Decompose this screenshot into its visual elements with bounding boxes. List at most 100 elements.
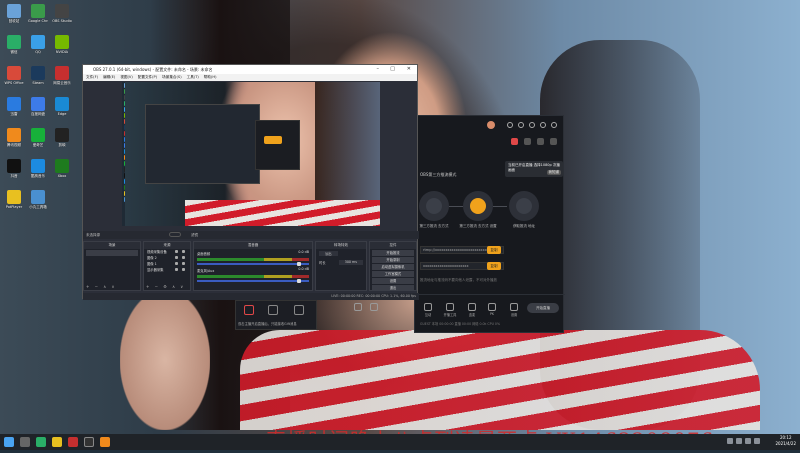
obs-menu-item[interactable]: 工具(T) bbox=[187, 74, 199, 81]
app-icon bbox=[7, 4, 21, 18]
controls-header: 控件 bbox=[370, 242, 416, 249]
app-icon bbox=[7, 159, 21, 173]
desktop-icon[interactable]: 小丸工具箱 bbox=[28, 190, 48, 210]
desktop-icon-label: 爱奇艺 bbox=[32, 143, 44, 147]
properties-button[interactable] bbox=[169, 232, 181, 237]
source-item[interactable]: 显示器采集 bbox=[144, 267, 190, 273]
start-streaming-button[interactable]: 开始推流 bbox=[372, 250, 414, 256]
chat-icon[interactable] bbox=[537, 138, 544, 145]
desktop-icon[interactable]: Xbox bbox=[52, 159, 72, 179]
start-recording-button[interactable]: 开始录制 bbox=[372, 257, 414, 263]
close-icon[interactable]: ✕ bbox=[407, 65, 411, 74]
go-live-button[interactable]: 开始直播 bbox=[527, 303, 559, 313]
desktop-icon[interactable]: OBS Studio bbox=[52, 4, 72, 24]
avatar[interactable] bbox=[487, 121, 495, 129]
desktop-icon[interactable]: WPS Office bbox=[4, 66, 24, 86]
bottom-item-5[interactable]: 设置 bbox=[507, 303, 521, 317]
upload-icon[interactable] bbox=[268, 305, 278, 315]
desktop-icon[interactable]: NVIDIA bbox=[52, 35, 72, 55]
minimize-icon[interactable] bbox=[529, 122, 535, 128]
sources-controls[interactable]: + − ⚙ ∧ ∨ bbox=[146, 284, 185, 289]
taskbar-clock[interactable]: 20:12 2021/4/22 bbox=[775, 435, 796, 447]
folder-icon[interactable] bbox=[52, 437, 62, 447]
obs-menu-item[interactable]: 视图(V) bbox=[120, 74, 132, 81]
settings-icon[interactable] bbox=[507, 122, 513, 128]
settings-icon bbox=[510, 303, 518, 311]
desktop-icon[interactable]: 抖音 bbox=[4, 159, 24, 179]
bottom-item-1[interactable]: 互动 bbox=[421, 303, 435, 317]
scene-item[interactable] bbox=[86, 250, 138, 256]
desktop-icon[interactable]: 腾讯视频 bbox=[4, 128, 24, 148]
search-icon[interactable] bbox=[20, 437, 30, 447]
gift-icon[interactable] bbox=[511, 138, 518, 145]
pk-icon bbox=[488, 303, 496, 311]
desktop-icon-label: QQ bbox=[35, 50, 41, 54]
settings-button[interactable]: 设置 bbox=[372, 278, 414, 284]
desktop-icon[interactable]: 酷狗音乐 bbox=[28, 159, 48, 179]
obs-menu-item[interactable]: 编辑(E) bbox=[103, 74, 115, 81]
virtual-camera-button[interactable]: 启动虚拟摄像机 bbox=[372, 264, 414, 270]
obs-preview-canvas[interactable] bbox=[125, 82, 380, 226]
copy-server-button[interactable]: 复制 bbox=[487, 246, 501, 254]
bottom-item-2[interactable]: 开播工具 bbox=[443, 303, 457, 317]
desktop-icon[interactable]: 迅雷 bbox=[4, 97, 24, 117]
duration-input[interactable]: 300 ms bbox=[338, 260, 363, 265]
obs-menu-item[interactable]: 帮助(H) bbox=[204, 74, 217, 81]
mode-option-1[interactable]: 第三方推流 去方式 bbox=[419, 191, 449, 228]
security-hint: 推流地址与推流码不要向他人泄露，不可对外播放 bbox=[420, 278, 497, 282]
sources-dock: 来源 视频采集设备 图像 2 图像 1 显示器采集 + − ⚙ ∧ ∨ bbox=[143, 241, 191, 291]
taskbar-app-icon[interactable] bbox=[36, 437, 46, 447]
app-icon bbox=[55, 97, 69, 111]
desktop-icon-label: 回收站 bbox=[8, 19, 20, 23]
taskbar-app-icon[interactable] bbox=[68, 437, 78, 447]
desktop-icon[interactable]: 网易云音乐 bbox=[52, 66, 72, 86]
obs-taskbar-icon[interactable] bbox=[84, 437, 94, 447]
tooltip-ok-button[interactable]: 我知道 bbox=[546, 170, 561, 175]
obs-menu-item[interactable]: 配置文件(P) bbox=[138, 74, 157, 81]
copy-key-button[interactable]: 复制 bbox=[487, 262, 501, 270]
desktop-icon[interactable]: 爱奇艺 bbox=[28, 128, 48, 148]
desktop-icon[interactable]: 回收站 bbox=[4, 4, 24, 24]
transition-select[interactable]: 淡出 bbox=[319, 251, 338, 256]
studio-mode-button[interactable]: 工作室模式 bbox=[372, 271, 414, 277]
filters-button[interactable]: 滤镜 bbox=[191, 231, 198, 239]
desktop-icon[interactable]: 百度网盘 bbox=[28, 97, 48, 117]
obs-menu-item[interactable]: 文件(F) bbox=[86, 74, 98, 81]
bottom-item-3[interactable]: 连麦 bbox=[465, 303, 479, 317]
nested-preview bbox=[145, 104, 260, 184]
desktop-icon[interactable]: PotPlayer bbox=[4, 190, 24, 210]
close-icon[interactable] bbox=[551, 122, 557, 128]
scenes-controls[interactable]: + − ∧ ∨ bbox=[86, 284, 116, 289]
app-icon bbox=[7, 97, 21, 111]
desktop-icon[interactable]: QQ bbox=[28, 35, 48, 55]
gift-icon[interactable] bbox=[244, 305, 254, 315]
app-icon bbox=[55, 66, 69, 80]
volume-slider[interactable] bbox=[197, 262, 309, 266]
mode-option-3[interactable]: 获取推流 地址 bbox=[509, 191, 539, 228]
desktop-icon-label: 迅雷 bbox=[10, 112, 18, 116]
maximize-icon[interactable] bbox=[540, 122, 546, 128]
app-icon bbox=[7, 35, 21, 49]
music-icon[interactable] bbox=[294, 305, 304, 315]
mode-option-2[interactable]: 第三方推流 去方式 设置 bbox=[459, 191, 497, 228]
volume-slider[interactable] bbox=[197, 279, 309, 283]
maximize-icon[interactable]: □ bbox=[390, 65, 395, 74]
record-icon[interactable] bbox=[524, 138, 531, 145]
obs-menu-item[interactable]: 场景集合(S) bbox=[162, 74, 181, 81]
desktop-icon[interactable]: Steam bbox=[28, 66, 48, 86]
streaming-app-window: 当前已开启直播 选择1080p 次播画面 我知道 OBS第三方推流模式 第三方推… bbox=[354, 115, 565, 333]
desktop-icon-label: NVIDIA bbox=[55, 50, 69, 54]
taskbar-app-icon[interactable] bbox=[100, 437, 110, 447]
desktop-icon[interactable]: Edge bbox=[52, 97, 72, 117]
exit-button[interactable]: 退出 bbox=[372, 285, 414, 291]
bottom-item-4[interactable]: PK bbox=[485, 303, 499, 316]
start-icon[interactable] bbox=[4, 437, 14, 447]
desktop-icon-label: Steam bbox=[32, 81, 44, 85]
minimize-icon[interactable]: – bbox=[377, 65, 380, 74]
obs-titlebar: OBS 27.0.1 (64-bit, windows) - 配置文件: 未命名… bbox=[83, 65, 417, 74]
share-icon[interactable] bbox=[550, 138, 557, 145]
desktop-icon[interactable]: 微信 bbox=[4, 35, 24, 55]
desktop-icon[interactable]: 剪映 bbox=[52, 128, 72, 148]
skin-icon[interactable] bbox=[518, 122, 524, 128]
desktop-icon[interactable]: Google Chrome bbox=[28, 4, 48, 24]
